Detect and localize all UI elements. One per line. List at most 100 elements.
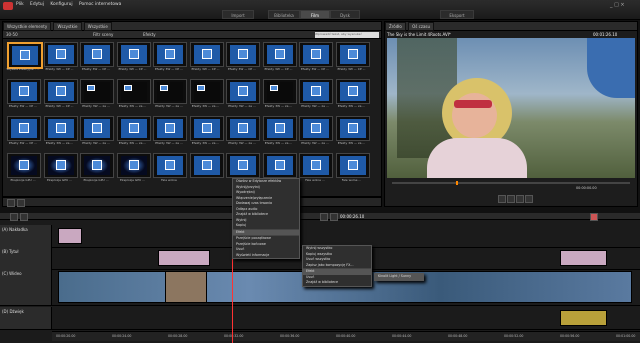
effect-thumbnail[interactable] (189, 42, 224, 67)
effect-thumbnail[interactable] (116, 153, 151, 178)
effect-thumbnail[interactable] (189, 116, 224, 141)
effect-thumbnail[interactable] (116, 42, 151, 67)
menu-help[interactable]: Pomoc internetowa (79, 2, 121, 7)
ruler-label: 00:00:36.00 (280, 334, 300, 338)
player-controls: 00:00:00.00 (386, 180, 636, 205)
search-input[interactable]: Wprowadź tekst, aby wyszukać (315, 32, 379, 38)
effect-thumbnail[interactable] (226, 153, 260, 178)
tab-export[interactable]: Eksport (440, 10, 474, 19)
clip[interactable] (158, 250, 210, 266)
window-controls[interactable]: _ □ × (610, 2, 625, 8)
effect-thumbnail[interactable] (335, 79, 370, 104)
loop-icon[interactable] (525, 195, 533, 203)
effect-thumbnail[interactable] (7, 79, 41, 104)
play-icon[interactable] (507, 195, 515, 203)
thumbnail-caption: Efekty 3W — za ... (118, 141, 147, 145)
library-tab-1[interactable]: Wszystkie elementy (3, 22, 52, 31)
tab-library[interactable]: Biblioteka (268, 10, 300, 19)
tab-film[interactable]: Film (300, 10, 330, 19)
effect-thumbnail[interactable] (153, 116, 187, 141)
effect-thumbnail[interactable] (262, 79, 297, 104)
track-audio-header[interactable]: (D) Dźwięk (0, 307, 52, 329)
tab-disk[interactable]: Dysk (330, 10, 360, 19)
effect-thumbnail[interactable] (262, 42, 297, 67)
effect-thumbnail[interactable] (189, 79, 224, 104)
timeline-toolbar: 00:00:26.10 (0, 213, 640, 221)
effect-thumbnail[interactable] (226, 116, 260, 141)
scissors-icon[interactable] (10, 213, 18, 221)
track-overlay-header[interactable]: (A) Nakładka (0, 225, 52, 247)
audio-clip[interactable] (560, 310, 607, 326)
effect-thumbnail[interactable] (299, 42, 333, 67)
thumbnail-caption: Efekty 3W — za ... (264, 104, 293, 108)
library-tabs: Wszystkie elementy Wszystkie Wszystkie (3, 22, 381, 31)
effect-thumbnail[interactable] (80, 42, 114, 67)
menu-file[interactable]: Plik (16, 2, 24, 7)
effect-thumbnail[interactable] (43, 79, 78, 104)
timeline-ruler[interactable]: 00:00:20.00 00:00:24.00 00:00:28.00 00:00:3… (52, 331, 640, 341)
forward-icon[interactable] (516, 195, 524, 203)
menu-configure[interactable]: Konfiguruj (50, 2, 72, 7)
effect-thumbnail[interactable] (299, 153, 333, 178)
library-list-icon[interactable] (17, 199, 25, 207)
scrubber-handle[interactable] (456, 181, 458, 185)
effect-thumbnail[interactable] (262, 153, 297, 178)
menu-item[interactable]: Kinolit Light / Sunny (375, 274, 423, 280)
thumbnail-caption: Efekty 3W — CP ... (45, 104, 74, 108)
effect-thumbnail[interactable] (7, 153, 41, 178)
effect-thumbnail[interactable] (299, 79, 333, 104)
effect-thumbnail[interactable] (80, 153, 114, 178)
effect-thumbnail[interactable] (335, 42, 370, 67)
effect-thumbnail[interactable] (7, 116, 41, 141)
clip[interactable] (560, 250, 607, 266)
clip-title: The Sky is the Limit 4Roots.AVI* (387, 32, 451, 37)
effect-thumbnail[interactable] (335, 116, 370, 141)
library-view-icon[interactable] (7, 199, 15, 207)
effect-thumbnail[interactable] (226, 79, 260, 104)
effect-thumbnail[interactable] (43, 42, 78, 67)
effect-thumbnail[interactable] (116, 79, 151, 104)
effect-thumbnail[interactable] (299, 116, 333, 141)
tab-source[interactable]: Źródło (385, 22, 406, 31)
ruler-label: 00:00:56.00 (560, 334, 580, 338)
menu-item[interactable]: Wyświetl informacje (233, 253, 299, 259)
speaker-icon[interactable] (20, 213, 28, 221)
library-tab-3[interactable]: Wszystkie (83, 22, 112, 31)
scrubber[interactable] (392, 182, 630, 184)
effect-thumbnail[interactable] (226, 42, 260, 67)
tab-timeline[interactable]: Oś czasu (408, 22, 435, 31)
timeline-stop-icon[interactable] (330, 213, 338, 221)
filter-label[interactable]: Filtr sceny (93, 32, 113, 37)
menu-item[interactable]: Znajdź w bibliotece (303, 280, 371, 286)
clip[interactable] (58, 228, 82, 244)
effect-thumbnail[interactable] (43, 153, 78, 178)
record-icon[interactable] (590, 213, 598, 221)
thumbnail-caption: Eksplozje GPU ... (83, 178, 109, 182)
track-video-header[interactable]: (C) Wideo (0, 269, 52, 305)
effects-label[interactable]: Efekty (143, 32, 156, 37)
track-title-header[interactable]: (B) Tytuł (0, 247, 52, 269)
rewind-icon[interactable] (498, 195, 506, 203)
effect-thumbnail[interactable] (153, 153, 187, 178)
menu-edit[interactable]: Edytuj (30, 2, 44, 7)
ruler-label: 00:00:32.00 (224, 334, 244, 338)
effect-thumbnail[interactable] (262, 116, 297, 141)
effect-thumbnail[interactable] (189, 153, 224, 178)
tab-import[interactable]: Import (222, 10, 254, 19)
thumbnail-caption: Efekty 3W — za ... (155, 141, 183, 145)
thumbnail-caption: Efekty 3W — CP ... (155, 67, 183, 71)
timeline-play-icon[interactable] (320, 213, 328, 221)
effect-thumbnail[interactable] (80, 79, 114, 104)
effect-thumbnail[interactable] (7, 42, 43, 69)
library-tab-2[interactable]: Wszystkie (53, 22, 82, 31)
effect-thumbnail[interactable] (43, 116, 78, 141)
effect-thumbnail[interactable] (153, 79, 187, 104)
ruler-label: 00:00:52.00 (504, 334, 524, 338)
thumbnail-caption: Efekty 3W — za ... (264, 141, 293, 145)
video-clip-thumb[interactable] (165, 271, 207, 303)
effect-thumbnail[interactable] (335, 153, 370, 178)
thumbnail-caption: Efekty 3W — za ... (337, 104, 366, 108)
effect-thumbnail[interactable] (80, 116, 114, 141)
effect-thumbnail[interactable] (153, 42, 187, 67)
effect-thumbnail[interactable] (116, 116, 151, 141)
